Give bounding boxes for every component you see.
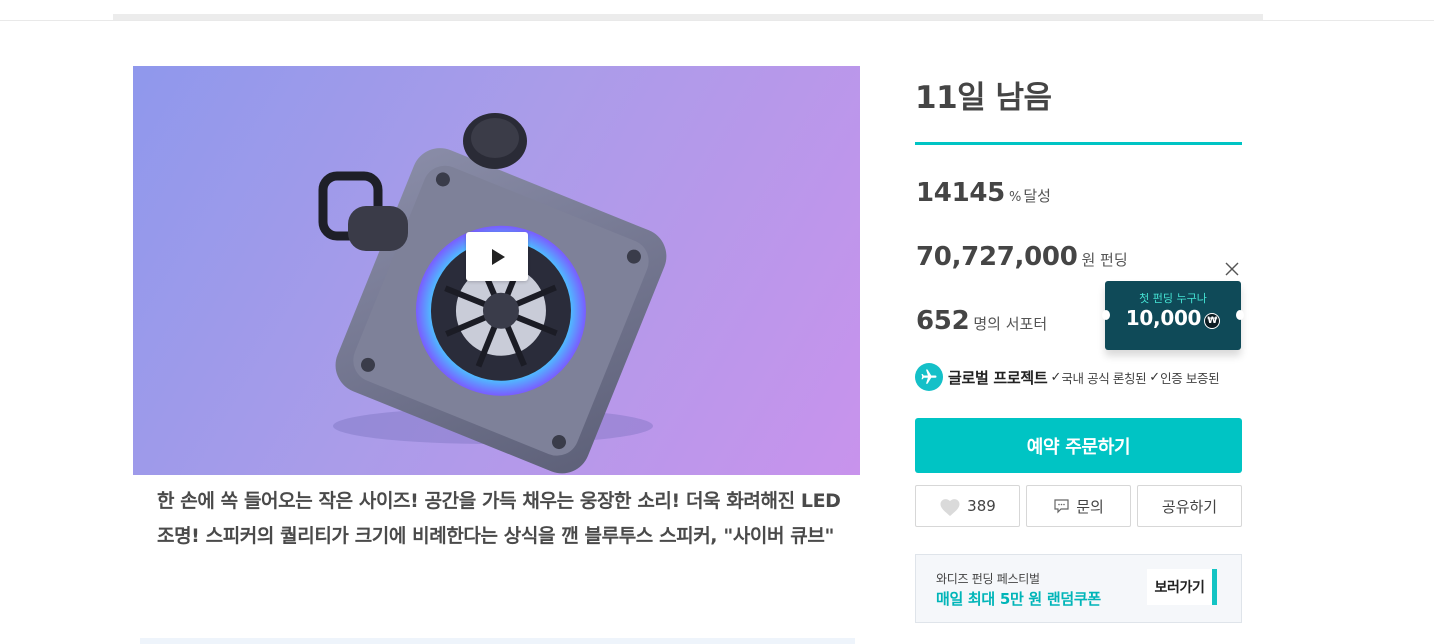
- funding-festival-banner[interactable]: 와디즈 펀딩 페스티벌 매일 최대 5만 원 랜덤쿠폰 보러가기: [915, 554, 1242, 623]
- header-divider: [0, 20, 1434, 21]
- play-icon: [492, 249, 505, 265]
- next-section-edge: [140, 638, 855, 644]
- like-count: 389: [967, 497, 996, 515]
- days-remaining: 11일 남음: [915, 80, 1052, 116]
- inquiry-button[interactable]: 문의: [1026, 485, 1131, 527]
- supporter-count-value: 652: [916, 306, 970, 336]
- funding-amount-unit: 원 펀딩: [1081, 251, 1128, 269]
- share-button[interactable]: 공유하기: [1137, 485, 1242, 527]
- won-icon: ₩: [1204, 313, 1221, 329]
- funding-amount-value: 70,727,000: [916, 242, 1078, 272]
- play-button[interactable]: [466, 232, 528, 281]
- funding-progress-bar: [915, 142, 1242, 145]
- global-project-row: 글로벌 프로젝트 ✓ 국내 공식 론칭된 ✓ 인증 보증된: [915, 363, 1220, 391]
- global-project-title: 글로벌 프로젝트: [948, 368, 1048, 387]
- chat-bubble-icon: [1053, 498, 1070, 514]
- check-icon: ✓: [1149, 369, 1161, 385]
- close-icon[interactable]: [1224, 261, 1240, 277]
- achievement-label: 달성: [1023, 187, 1051, 205]
- banner-view-button[interactable]: 보러가기: [1147, 569, 1217, 605]
- reserve-order-button[interactable]: 예약 주문하기: [915, 418, 1242, 473]
- funding-amount: 70,727,000 원 펀딩: [916, 242, 1128, 272]
- heart-icon: [939, 497, 961, 516]
- coupon-amount-value: 10,000: [1125, 306, 1202, 330]
- airplane-icon: [915, 363, 943, 391]
- percent-symbol: %: [1008, 190, 1022, 205]
- project-video[interactable]: [133, 66, 860, 475]
- achievement-rate: 14145% 달성: [916, 178, 1051, 208]
- share-label: 공유하기: [1161, 497, 1218, 516]
- banner-title: 와디즈 펀딩 페스티벌: [936, 572, 1040, 586]
- supporter-count-unit: 명의 서포터: [973, 315, 1048, 333]
- project-description: 한 손에 쏙 들어오는 작은 사이즈! 공간을 가득 채우는 웅장한 소리! 더…: [157, 490, 841, 547]
- achievement-percent: 14145: [916, 178, 1005, 208]
- coupon-amount: 10,000 ₩: [1105, 306, 1241, 330]
- inquiry-label: 문의: [1076, 497, 1104, 516]
- like-button[interactable]: 389: [915, 485, 1020, 527]
- first-funding-coupon[interactable]: 첫 펀딩 누구나 10,000 ₩: [1102, 281, 1244, 350]
- coupon-headline: 첫 펀딩 누구나: [1139, 292, 1207, 305]
- certified-badge: 인증 보증된: [1160, 370, 1220, 386]
- check-icon: ✓: [1050, 369, 1062, 385]
- banner-subtitle: 매일 최대 5만 원 랜덤쿠폰: [936, 590, 1101, 608]
- supporter-count: 652 명의 서포터: [916, 306, 1047, 336]
- official-launch-badge: 국내 공식 론칭된: [1061, 370, 1147, 386]
